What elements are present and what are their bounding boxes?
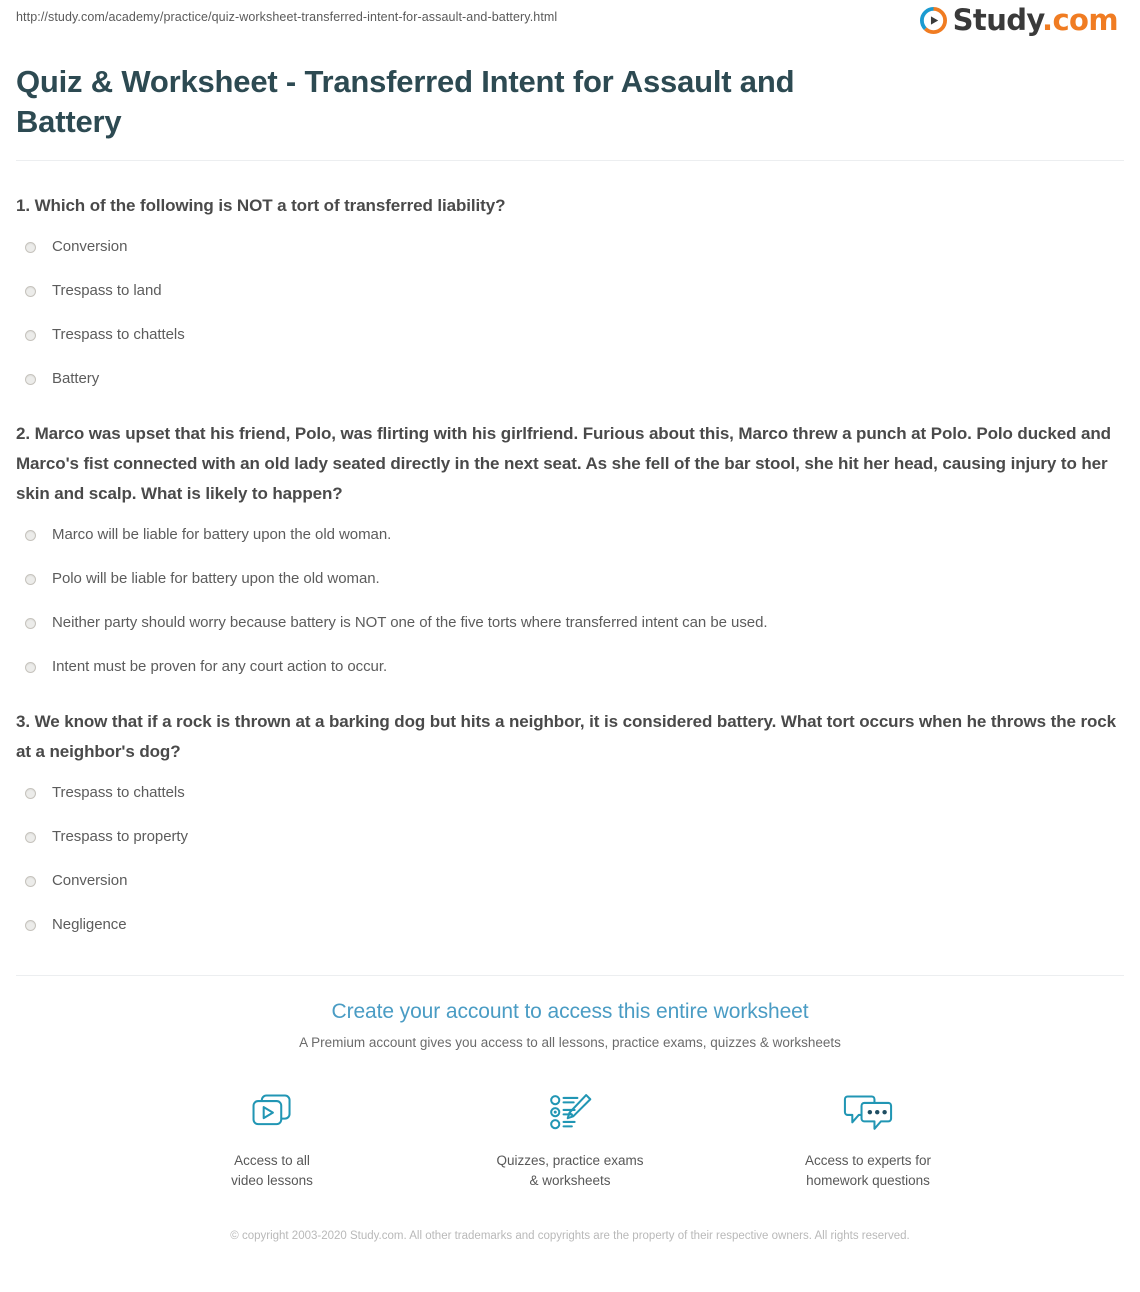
radio-button-icon[interactable] <box>25 617 36 629</box>
answer-option-label: Negligence <box>52 916 127 933</box>
answer-options: Marco will be liable for battery upon th… <box>16 521 1124 681</box>
answer-option-label: Neither party should worry because batte… <box>52 614 768 631</box>
study-com-logo[interactable]: Study.com <box>919 3 1119 37</box>
cta-subtitle: A Premium account gives you access to al… <box>299 1035 841 1050</box>
feature-expert-help: Access to experts for homework questions <box>783 1088 953 1191</box>
question-block: 1. Which of the following is NOT a tort … <box>16 191 1124 393</box>
radio-button-icon[interactable] <box>25 573 36 585</box>
video-lessons-icon <box>246 1088 298 1140</box>
radio-button-icon[interactable] <box>25 373 36 385</box>
answer-option[interactable]: Trespass to property <box>16 823 1124 851</box>
answer-option[interactable]: Conversion <box>16 867 1124 895</box>
brand-name: Study <box>952 3 1043 37</box>
radio-button-icon[interactable] <box>25 919 36 931</box>
copyright-notice: © copyright 2003-2020 Study.com. All oth… <box>230 1230 910 1242</box>
brand-suffix: .com <box>1042 3 1119 37</box>
answer-option[interactable]: Trespass to land <box>16 277 1124 305</box>
radio-button-icon[interactable] <box>25 831 36 843</box>
question-text: 1. Which of the following is NOT a tort … <box>16 196 506 215</box>
answer-options: Trespass to chattels Trespass to propert… <box>16 779 1124 939</box>
answer-option[interactable]: Battery <box>16 365 1124 393</box>
answer-option-label: Trespass to chattels <box>52 784 185 801</box>
quiz-pencil-icon <box>544 1088 596 1140</box>
answer-option[interactable]: Intent must be proven for any court acti… <box>16 653 1124 681</box>
answer-option-label: Battery <box>52 370 100 387</box>
answer-option-label: Marco will be liable for battery upon th… <box>52 526 392 543</box>
feature-label: Access to experts for homework questions <box>804 1153 932 1188</box>
play-circle-icon <box>919 6 948 35</box>
radio-button-icon[interactable] <box>25 529 36 541</box>
answer-option-label: Polo will be liable for battery upon the… <box>52 570 380 587</box>
radio-button-icon[interactable] <box>25 285 36 297</box>
radio-button-icon[interactable] <box>25 329 36 341</box>
feature-list: Access to all video lessons Quizzes, pra… <box>16 1088 1124 1191</box>
radio-button-icon[interactable] <box>25 875 36 887</box>
page-title: Quiz & Worksheet - Transferred Intent fo… <box>16 64 795 139</box>
radio-button-icon[interactable] <box>25 661 36 673</box>
worksheet-page: http://study.com/academy/practice/quiz-w… <box>0 0 1140 1292</box>
answer-option-label: Conversion <box>52 238 128 255</box>
question-block: 2. Marco was upset that his friend, Polo… <box>16 419 1124 681</box>
answer-option[interactable]: Trespass to chattels <box>16 321 1124 349</box>
question-block: 3. We know that if a rock is thrown at a… <box>16 707 1124 939</box>
answer-option[interactable]: Marco will be liable for battery upon th… <box>16 521 1124 549</box>
answer-option[interactable]: Negligence <box>16 911 1124 939</box>
feature-label: Access to all video lessons <box>231 1153 313 1188</box>
answer-options: Conversion Trespass to land Trespass to … <box>16 233 1124 393</box>
answer-option-label: Trespass to property <box>52 828 188 845</box>
create-account-cta: Create your account to access this entir… <box>16 976 1124 1246</box>
brand-wordmark: Study.com <box>952 3 1119 37</box>
feature-video-lessons: Access to all video lessons <box>187 1088 357 1191</box>
speech-bubbles-icon <box>842 1088 894 1140</box>
answer-option-label: Trespass to land <box>52 282 162 299</box>
cta-title[interactable]: Create your account to access this entir… <box>16 998 1124 1026</box>
answer-option-label: Trespass to chattels <box>52 326 185 343</box>
radio-button-icon[interactable] <box>25 787 36 799</box>
quiz-questions: 1. Which of the following is NOT a tort … <box>16 161 1124 939</box>
answer-option[interactable]: Trespass to chattels <box>16 779 1124 807</box>
radio-button-icon[interactable] <box>25 241 36 253</box>
answer-option[interactable]: Conversion <box>16 233 1124 261</box>
answer-option[interactable]: Polo will be liable for battery upon the… <box>16 565 1124 593</box>
feature-label: Quizzes, practice exams & worksheets <box>496 1153 644 1188</box>
page-header: http://study.com/academy/practice/quiz-w… <box>16 0 1124 48</box>
question-text: 3. We know that if a rock is thrown at a… <box>16 712 1116 761</box>
answer-option-label: Conversion <box>52 872 128 889</box>
feature-quizzes-worksheets: Quizzes, practice exams & worksheets <box>485 1088 655 1191</box>
answer-option[interactable]: Neither party should worry because batte… <box>16 609 1124 637</box>
question-text: 2. Marco was upset that his friend, Polo… <box>16 424 1111 503</box>
answer-option-label: Intent must be proven for any court acti… <box>52 658 388 675</box>
